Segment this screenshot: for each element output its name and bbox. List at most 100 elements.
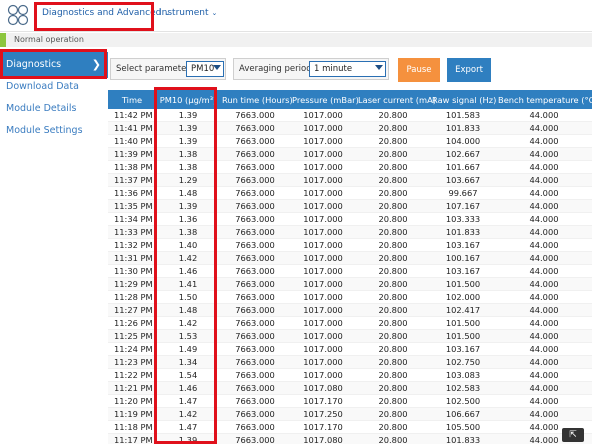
table-cell: 44.000 — [496, 225, 592, 239]
table-row: 11:26 PM 1.42 7663.000 1017.000 20.800 101.50… — [108, 316, 592, 330]
sidebar-item-label: Module Settings — [6, 125, 83, 136]
table-row: 11:18 PM 1.47 7663.000 1017.170 20.800 105.50… — [108, 420, 592, 434]
table-cell: 20.800 — [356, 147, 430, 161]
sidebar-item-module-settings[interactable]: Module Settings — [0, 118, 108, 144]
table-cell: 101.833 — [430, 121, 496, 135]
table-header-row: Time PM10 (µg/m³) Run time (Hours) Press… — [108, 90, 592, 109]
table-cell: 1017.000 — [290, 342, 356, 356]
table-cell: 11:31 PM — [108, 251, 156, 265]
table-cell: 20.800 — [356, 342, 430, 356]
table-cell: 1.47 — [156, 394, 220, 408]
table-cell: 11:35 PM — [108, 199, 156, 213]
table-row: 11:27 PM 1.48 7663.000 1017.000 20.800 102.41… — [108, 303, 592, 317]
averaging-select[interactable]: 1 minute — [309, 61, 386, 77]
table-row: 11:32 PM 1.40 7663.000 1017.000 20.800 103.16… — [108, 238, 592, 252]
table-cell: 1017.000 — [290, 160, 356, 174]
table-cell: 44.000 — [496, 303, 592, 317]
table-row: 11:38 PM 1.38 7663.000 1017.000 20.800 101.66… — [108, 160, 592, 174]
controls-row: Select parameter PM10 Averaging period 1… — [108, 55, 592, 89]
expand-icon[interactable]: ⇱ — [562, 428, 584, 442]
diagnostics-table-container[interactable]: Time PM10 (µg/m³) Run time (Hours) Press… — [108, 90, 592, 444]
table-cell: 1017.000 — [290, 186, 356, 200]
table-row: 11:40 PM 1.39 7663.000 1017.000 20.800 104.00… — [108, 134, 592, 148]
table-cell: 11:36 PM — [108, 186, 156, 200]
table-cell: 103.333 — [430, 212, 496, 226]
table-cell: 20.800 — [356, 173, 430, 187]
table-cell: 44.000 — [496, 147, 592, 161]
table-cell: 44.000 — [496, 277, 592, 291]
table-cell: 20.800 — [356, 316, 430, 330]
table-cell: 7663.000 — [220, 277, 290, 291]
table-cell: 1.42 — [156, 316, 220, 330]
table-cell: 1017.000 — [290, 264, 356, 278]
table-cell: 7663.000 — [220, 147, 290, 161]
table-cell: 1017.000 — [290, 251, 356, 265]
table-cell: 20.800 — [356, 121, 430, 135]
table-row: 11:41 PM 1.39 7663.000 1017.000 20.800 101.83… — [108, 121, 592, 135]
nav-diagnostics-advanced[interactable]: Diagnostics and Advanced ⌄ — [42, 8, 170, 18]
table-cell: 1.46 — [156, 264, 220, 278]
table-cell: 11:41 PM — [108, 121, 156, 135]
chevron-down-icon — [375, 65, 383, 70]
table-cell: 7663.000 — [220, 342, 290, 356]
averaging-selector: Averaging period 1 minute — [233, 58, 389, 80]
export-button[interactable]: Export — [447, 58, 491, 82]
table-row: 11:39 PM 1.38 7663.000 1017.000 20.800 102.66… — [108, 147, 592, 161]
parameter-select[interactable]: PM10 — [186, 61, 224, 77]
table-cell: 103.667 — [430, 173, 496, 187]
table-cell: 20.800 — [356, 303, 430, 317]
table-cell: 1017.000 — [290, 199, 356, 213]
table-cell: 44.000 — [496, 394, 592, 408]
column-header-pm10[interactable]: PM10 (µg/m³) — [156, 90, 220, 109]
table-cell: 1017.000 — [290, 290, 356, 304]
table-cell: 11:17 PM — [108, 433, 156, 444]
column-header-time[interactable]: Time — [108, 90, 156, 109]
column-header-raw-signal[interactable]: Raw signal (Hz) — [430, 90, 496, 109]
table-cell: 20.800 — [356, 394, 430, 408]
pause-button[interactable]: Pause — [398, 58, 440, 82]
table-cell: 7663.000 — [220, 407, 290, 421]
nav-instrument[interactable]: Instrument ⌄ — [159, 8, 217, 18]
table-row: 11:19 PM 1.42 7663.000 1017.250 20.800 106.66… — [108, 407, 592, 421]
table-cell: 20.800 — [356, 381, 430, 395]
table-cell: 1.50 — [156, 290, 220, 304]
table-cell: 7663.000 — [220, 121, 290, 135]
table-cell: 102.000 — [430, 290, 496, 304]
column-header-pressure[interactable]: Pressure (mBar) — [290, 90, 359, 109]
table-cell: 7663.000 — [220, 160, 290, 174]
table-cell: 20.800 — [356, 420, 430, 434]
table-cell: 1.47 — [156, 420, 220, 434]
table-cell: 20.800 — [356, 329, 430, 343]
column-header-bench-temperature[interactable]: Bench temperature (°C) — [496, 90, 592, 109]
table-cell: 44.000 — [496, 342, 592, 356]
table-cell: 102.667 — [430, 147, 496, 161]
sidebar-item-label: Diagnostics — [6, 59, 62, 70]
table-cell: 1.46 — [156, 381, 220, 395]
table-cell: 44.000 — [496, 160, 592, 174]
table-cell: 44.000 — [496, 173, 592, 187]
table-cell: 101.500 — [430, 329, 496, 343]
table-cell: 102.417 — [430, 303, 496, 317]
app-logo-icon — [7, 4, 29, 26]
table-cell: 7663.000 — [220, 238, 290, 252]
parameter-select-value: PM10 — [191, 64, 215, 74]
table-cell: 1.39 — [156, 109, 220, 122]
table-cell: 44.000 — [496, 290, 592, 304]
table-cell: 44.000 — [496, 316, 592, 330]
table-row: 11:21 PM 1.46 7663.000 1017.080 20.800 102.58… — [108, 381, 592, 395]
table-cell: 11:21 PM — [108, 381, 156, 395]
table-cell: 7663.000 — [220, 251, 290, 265]
table-cell: 7663.000 — [220, 290, 290, 304]
table-cell: 1.53 — [156, 329, 220, 343]
table-row: 11:23 PM 1.34 7663.000 1017.000 20.800 102.75… — [108, 355, 592, 369]
table-cell: 44.000 — [496, 134, 592, 148]
table-cell: 1017.000 — [290, 225, 356, 239]
table-cell: 44.000 — [496, 212, 592, 226]
table-cell: 1.48 — [156, 303, 220, 317]
table-cell: 20.800 — [356, 251, 430, 265]
column-header-laser-current[interactable]: Laser current (mA) — [356, 90, 436, 109]
table-cell: 102.750 — [430, 355, 496, 369]
table-cell: 20.800 — [356, 368, 430, 382]
column-header-run-time[interactable]: Run time (Hours) — [220, 90, 293, 109]
table-cell: 1017.000 — [290, 316, 356, 330]
